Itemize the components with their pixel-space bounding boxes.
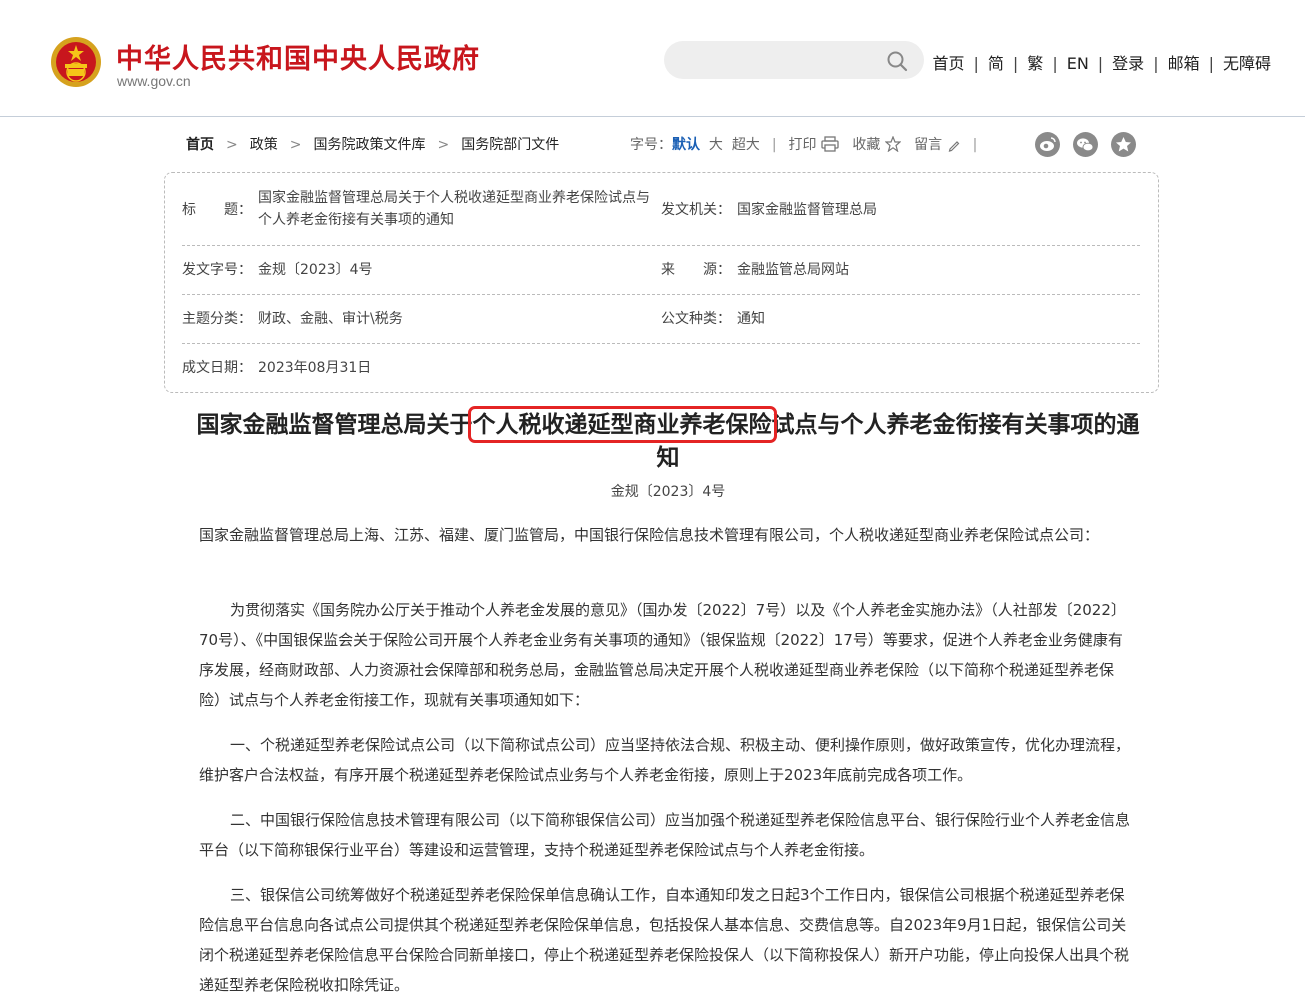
source-label: 来 源： [661,262,731,278]
print-button[interactable]: 打印 [789,137,817,153]
site-header: 中华人民共和国中央人民政府 www.gov.cn 首页 | 简 | 繁 | EN | 登录 | 邮箱… [0,0,1305,117]
doctype-value: 通知 [737,311,765,327]
comment-button[interactable]: 留言 [914,137,942,153]
document-info-box: 标 题： 国家金融监督管理总局关于个人税收递延型商业养老保险试点与个人养老金衔接… [164,172,1159,393]
info-row: 成文日期： 2023年08月31日 [182,344,1140,390]
nav-simplified[interactable]: 简 [988,54,1004,73]
source-value: 金融监管总局网站 [737,262,849,278]
font-size-label: 字号： [630,137,672,153]
nav-mailbox[interactable]: 邮箱 [1168,54,1200,73]
weibo-share-icon[interactable] [1035,132,1060,157]
qzone-share-icon[interactable] [1111,132,1136,157]
title-label: 标 题： [182,202,252,218]
date-value: 2023年08月31日 [258,360,372,376]
info-row: 主题分类： 财政、金融、审计\税务 公文种类： 通知 [182,295,1140,344]
info-row: 发文字号： 金规〔2023〕4号 来 源： 金融监管总局网站 [182,246,1140,295]
chevron-right-icon: > [437,137,450,153]
article-tools: 字号：默认 大 超大 | 打印 收藏 留言 | [630,135,978,153]
info-row: 标 题： 国家金融监督管理总局关于个人税收递延型商业养老保险试点与个人养老金衔接… [182,183,1140,246]
docno-label: 发文字号： [182,262,252,278]
breadcrumb: 首页 > 政策 > 国务院政策文件库 > 国务院部门文件 [186,134,559,154]
wechat-share-icon[interactable] [1073,132,1098,157]
article-paragraph: 三、银保信公司统筹做好个税递延型养老保险保单信息确认工作，自本通知印发之日起3个… [199,886,1130,994]
date-label: 成文日期： [182,360,252,376]
chevron-right-icon: > [289,137,302,153]
article-doc-number: 金规〔2023〕4号 [610,484,726,500]
highlighted-title-phrase: 个人税收递延型商业养老保险 [467,406,777,443]
article-paragraph: 二、中国银行保险信息技术管理有限公司（以下简称银保信公司）应当加强个税递延型养老… [199,811,1131,859]
breadcrumb-home[interactable]: 首页 [186,137,214,153]
nav-english[interactable]: EN [1067,54,1089,73]
article-addressee: 国家金融监督管理总局上海、江苏、福建、厦门监管局，中国银行保险信息技术管理有限公… [199,526,1100,544]
issuer-value: 国家金融监督管理总局 [737,202,877,218]
favorite-button[interactable]: 收藏 [852,137,880,153]
nav-login[interactable]: 登录 [1112,54,1144,73]
breadcrumb-department-docs[interactable]: 国务院部门文件 [461,137,559,153]
docno-value: 金规〔2023〕4号 [258,262,373,278]
title-value: 国家金融监督管理总局关于个人税收递延型商业养老保险试点与个人养老金衔接有关事项的… [258,190,650,228]
nav-traditional[interactable]: 繁 [1027,54,1043,73]
chevron-right-icon: > [226,137,238,153]
printer-icon[interactable] [821,136,839,152]
star-icon[interactable] [884,135,902,153]
issuer-label: 发文机关： [661,202,731,218]
breadcrumb-policy[interactable]: 政策 [250,137,278,153]
site-url[interactable]: www.gov.cn [117,73,191,89]
article-title: 国家金融监督管理总局关于个人税收递延型商业养老保险试点与个人养老金衔接有关事项的… [196,406,1140,471]
article-paragraph: 为贯彻落实《国务院办公厅关于推动个人养老金发展的意见》（国办发〔2022〕7号）… [199,601,1126,709]
article-paragraph: 一、个税递延型养老保险试点公司（以下简称试点公司）应当坚持依法合规、积极主动、便… [199,736,1131,784]
doctype-label: 公文种类： [661,311,731,327]
font-size-xlarge[interactable]: 超大 [732,137,760,153]
font-size-default[interactable]: 默认 [672,137,700,153]
breadcrumb-policy-library[interactable]: 国务院政策文件库 [313,137,425,153]
nav-home[interactable]: 首页 [932,54,964,73]
nav-accessibility[interactable]: 无障碍 [1223,54,1271,73]
search-input[interactable] [664,41,924,79]
topic-label: 主题分类： [182,311,252,327]
font-size-large[interactable]: 大 [709,137,723,153]
pencil-icon[interactable] [947,138,961,152]
topic-value: 财政、金融、审计\税务 [258,311,403,327]
top-nav: 首页 | 简 | 繁 | EN | 登录 | 邮箱 | 无障碍 [932,54,1271,73]
site-title[interactable]: 中华人民共和国中央人民政府 [116,37,480,76]
search-icon[interactable] [886,50,908,72]
national-emblem-icon[interactable] [50,36,102,88]
